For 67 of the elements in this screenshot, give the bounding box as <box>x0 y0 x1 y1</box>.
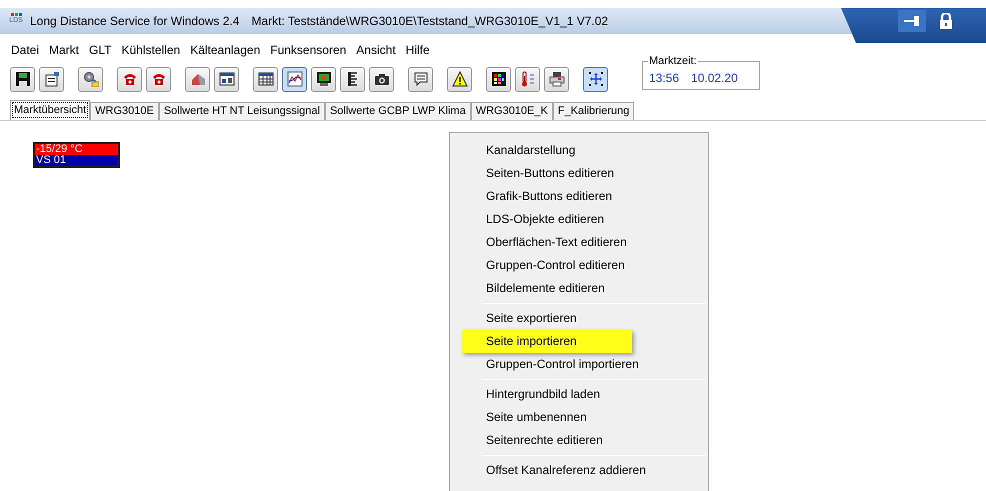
toolbar-button[interactable] <box>10 66 35 92</box>
context-menu-item[interactable]: LDS-Objekte editieren <box>486 208 706 231</box>
tab[interactable]: WRG3010E <box>90 102 159 120</box>
tab[interactable]: F_Kalibrierung <box>552 102 634 120</box>
context-menu-item[interactable]: Gruppen-Control importieren <box>486 353 706 376</box>
toolbar-button[interactable] <box>214 66 239 92</box>
window-title: Long Distance Service for Windows 2.4 <box>30 13 240 30</box>
tab[interactable]: Marktübersicht <box>10 100 90 120</box>
clock-time: 13:56 <box>649 71 680 85</box>
save-icon <box>14 71 30 87</box>
window-subtitle: Markt: Teststände\WRG3010E\Teststand_WRG3010E_V1_1 V7.02 <box>251 13 608 30</box>
menu-item[interactable]: Kühlstellen <box>121 41 180 59</box>
context-menu-item[interactable]: Bildelemente editieren <box>486 277 706 300</box>
tab[interactable]: WRG3010E_K <box>470 102 553 120</box>
widget-value: -15/29 °C <box>35 144 118 155</box>
tab[interactable]: Sollwerte GCBP LWP Klima <box>324 102 471 120</box>
printer-icon <box>548 71 564 87</box>
toolbar-button[interactable] <box>486 66 511 92</box>
toolbar-button[interactable] <box>408 66 433 92</box>
menu-item[interactable]: Kälteanlagen <box>190 41 260 59</box>
phone-icon <box>150 71 166 87</box>
context-menu-item[interactable]: Hintergrundbild laden <box>486 383 706 406</box>
thermometer-icon <box>520 71 536 87</box>
context-menu-item[interactable]: Kanaldarstellung <box>486 139 706 162</box>
widget-name: VS 01 <box>35 155 118 166</box>
toolbar-button[interactable] <box>282 66 307 92</box>
menu-item[interactable]: GLT <box>89 41 112 59</box>
toolbar-button[interactable] <box>515 66 540 92</box>
toolbar-button[interactable] <box>369 66 394 92</box>
context-menu-item[interactable]: Seitenrechte editieren <box>486 429 706 452</box>
menu-item[interactable]: Markt <box>49 41 80 59</box>
toolbar-button[interactable] <box>311 66 336 92</box>
context-menu-item[interactable]: Gruppen-Control editieren <box>486 254 706 277</box>
context-menu-item[interactable]: Seite importieren <box>462 330 632 353</box>
context-menu-item[interactable]: Seite exportieren <box>486 307 706 330</box>
context-menu-item[interactable]: Seiten-Buttons editieren <box>486 162 706 185</box>
toolbar-button[interactable] <box>447 66 472 92</box>
color-grid-icon <box>490 71 506 87</box>
menu-item[interactable]: Funksensoren <box>270 41 346 59</box>
menu-item[interactable]: Ansicht <box>356 41 396 59</box>
window-icon <box>218 71 234 87</box>
toolbar-button[interactable] <box>253 66 278 92</box>
context-menu-item[interactable]: Grafik-Buttons editieren <box>486 185 706 208</box>
toolbar-button[interactable] <box>78 66 103 92</box>
menu-item[interactable]: Hilfe <box>406 41 430 59</box>
comment-icon <box>412 71 428 87</box>
move-icon <box>588 71 604 87</box>
toolbar-button[interactable] <box>340 66 365 92</box>
toolbar-button[interactable] <box>544 66 569 92</box>
tab[interactable]: Sollwerte HT NT Leisungssignal <box>158 102 325 120</box>
toolbar-button[interactable] <box>39 66 64 92</box>
context-menu-item[interactable]: Offset Kanalreferenz addieren <box>486 459 706 482</box>
pin-icon[interactable] <box>898 10 926 32</box>
phone-icon <box>122 71 138 87</box>
toolbar-button[interactable] <box>583 66 608 92</box>
house-icon <box>190 71 206 87</box>
monitor-icon <box>316 71 332 87</box>
clock-date: 10.02.20 <box>691 71 738 85</box>
properties-icon <box>44 71 60 87</box>
line-chart-icon <box>286 71 302 87</box>
camera-icon <box>374 71 390 87</box>
context-menu-item[interactable]: Oberflächen-Text editieren <box>486 231 706 254</box>
context-menu-item[interactable]: Seite umbenennen <box>486 406 706 429</box>
warning-icon <box>452 71 468 87</box>
menu-item[interactable]: Datei <box>11 41 40 59</box>
table-icon <box>258 71 274 87</box>
clock-label: Marktzeit: <box>648 55 698 67</box>
